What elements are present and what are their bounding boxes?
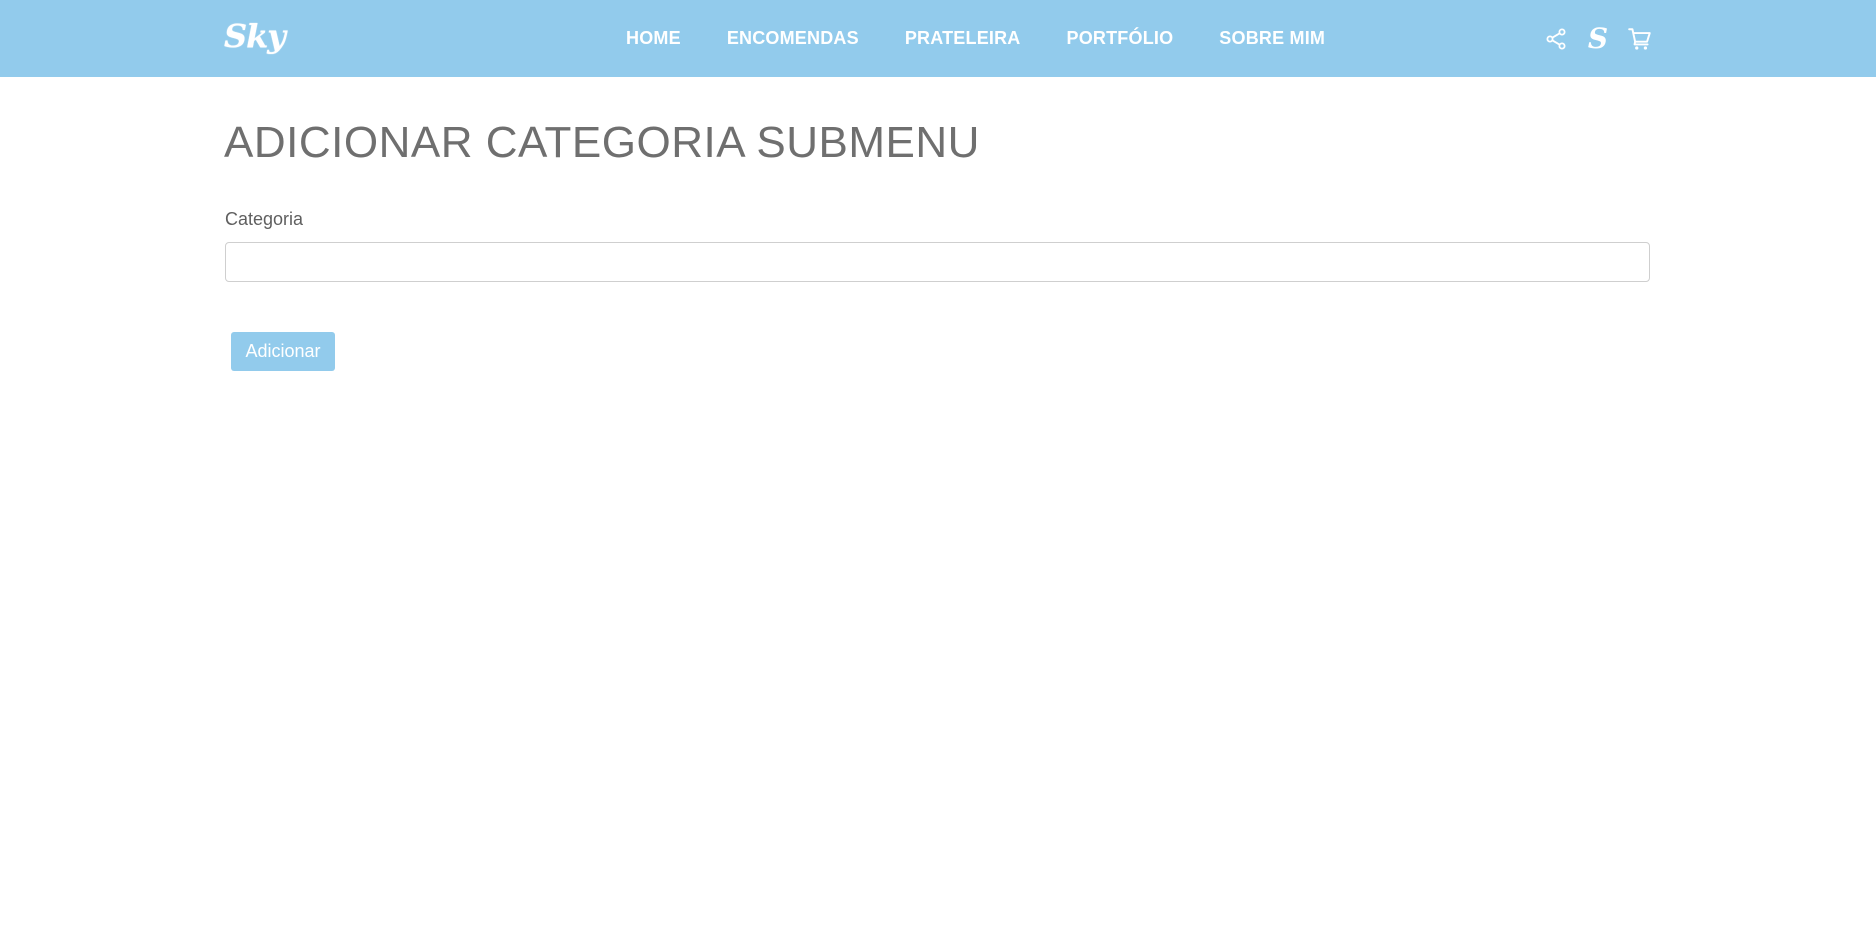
nav-item-prateleira[interactable]: PRATELEIRA: [905, 28, 1021, 49]
share-icon[interactable]: [1541, 24, 1571, 54]
nav-item-home[interactable]: HOME: [626, 28, 681, 49]
category-label: Categoria: [225, 209, 304, 229]
top-navbar: Sky HOME ENCOMENDAS PRATELEIRA PORTFÓLIO…: [0, 0, 1876, 77]
nav-icons: S: [1541, 0, 1655, 77]
cart-icon[interactable]: [1625, 24, 1655, 54]
main-nav: HOME ENCOMENDAS PRATELEIRA PORTFÓLIO SOB…: [626, 0, 1325, 77]
brand-logo[interactable]: Sky: [224, 14, 286, 58]
nav-item-portfolio[interactable]: PORTFÓLIO: [1067, 28, 1174, 49]
add-button[interactable]: Adicionar: [231, 332, 335, 371]
s-logo-glyph: S: [1587, 21, 1609, 55]
s-logo-icon[interactable]: S: [1583, 21, 1613, 55]
page-title: ADICIONAR CATEGORIA SUBMENU: [224, 118, 980, 167]
category-input[interactable]: [225, 242, 1650, 282]
nav-item-sobre-mim[interactable]: SOBRE MIM: [1219, 28, 1325, 49]
nav-item-encomendas[interactable]: ENCOMENDAS: [727, 28, 859, 49]
